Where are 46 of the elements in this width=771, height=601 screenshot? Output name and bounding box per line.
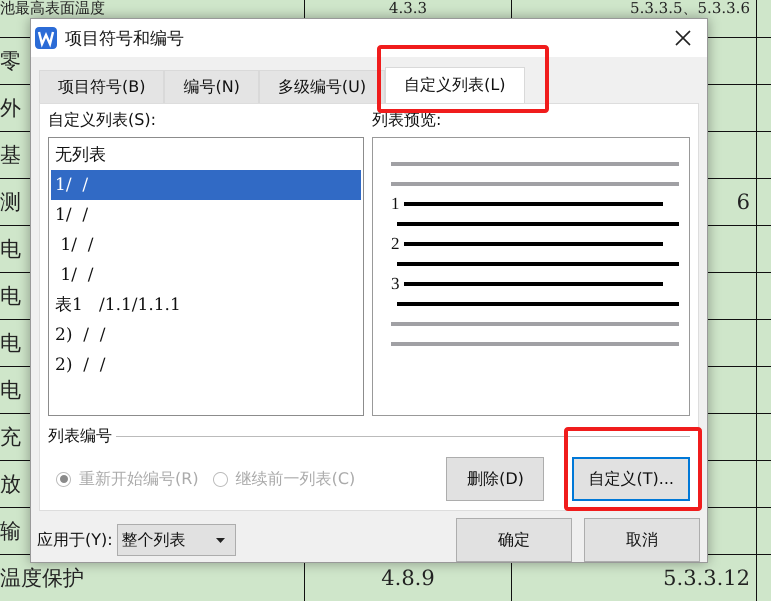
list-item[interactable]: 1/ / [51, 230, 361, 260]
tab[interactable]: 编号(N) [164, 70, 259, 103]
dialog-button[interactable]: 删除(D) [446, 457, 544, 501]
dialog-button[interactable]: 自定义(T)... [572, 457, 690, 501]
group-label: 列表编号 [48, 426, 112, 447]
table-cell-text: 充 [0, 424, 21, 451]
table-cell-text: 电 [0, 283, 21, 310]
table-cell-text: 放 [0, 471, 21, 498]
list-item[interactable]: 2) / / [51, 350, 361, 380]
list-item[interactable]: 表1 /1.1/1.1.1 [51, 290, 361, 320]
table-cell: 6 [736, 190, 750, 214]
preview-number: 2 [391, 234, 400, 254]
table-cell-text: 温度保护 [0, 565, 84, 592]
table-cell: 4.3.3 [388, 0, 428, 16]
table-cell: 4.8.9 [381, 566, 435, 590]
tab[interactable]: 自定义列表(L) [385, 67, 525, 103]
table-cell-text: 基 [0, 142, 21, 169]
table-cell: 池最高表面温度 [0, 0, 105, 16]
apply-to-dropdown[interactable]: 整个列表 [116, 524, 236, 556]
list-item[interactable]: 1/ / [51, 200, 361, 230]
table-cell: 5.3.3.5、5.3.3.6 [630, 0, 750, 16]
tab[interactable]: 多级编号(U) [258, 70, 386, 103]
list-label: 自定义列表(S): [48, 110, 158, 131]
close-icon[interactable] [675, 30, 691, 46]
table-cell-text: 电 [0, 236, 21, 263]
apply-to-label: 应用于(Y): [37, 530, 113, 550]
table-cell-text: 电 [0, 377, 21, 404]
list-item[interactable]: 1/ / [51, 170, 361, 200]
dialog-button[interactable]: 确定 [456, 518, 572, 562]
list-item[interactable]: 无列表 [51, 140, 361, 170]
table-cell: 5.3.3.12 [663, 566, 750, 590]
table-cell-text: 测 [0, 189, 21, 216]
preview-number: 1 [391, 194, 400, 214]
table-cell-text: 零 [0, 48, 21, 75]
list-item[interactable]: 2) / / [51, 320, 361, 350]
table-cell-text: 电 [0, 330, 21, 357]
tab[interactable]: 项目符号(B) [39, 70, 164, 103]
preview-label: 列表预览: [372, 110, 442, 131]
preview-number: 3 [391, 274, 400, 294]
app-icon [35, 27, 57, 49]
window-title: 项目符号和编号 [65, 28, 184, 50]
table-cell-text: 输 [0, 518, 21, 545]
dropdown-arrow-icon [216, 538, 225, 542]
list-item[interactable]: 1/ / [51, 260, 361, 290]
table-cell-text: 外 [0, 95, 21, 122]
dialog-button[interactable]: 取消 [584, 518, 700, 562]
